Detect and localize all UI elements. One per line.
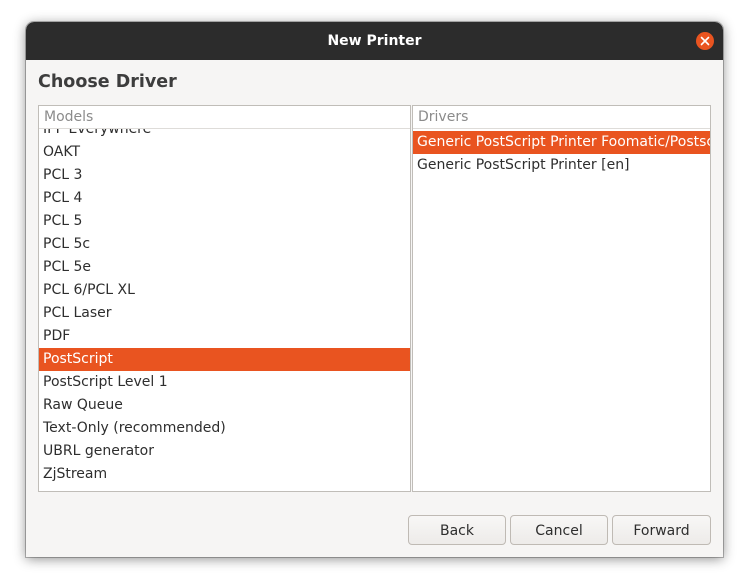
model-list-item[interactable]: PCL 5e (39, 256, 410, 279)
new-printer-dialog: New Printer Choose Driver Models IPP Eve… (26, 22, 723, 557)
model-list-item[interactable]: Raw Queue (39, 394, 410, 417)
close-button[interactable] (696, 32, 714, 50)
model-list-item[interactable]: PCL Laser (39, 302, 410, 325)
drivers-column-header[interactable]: Drivers (413, 106, 710, 129)
model-list-item[interactable]: ZjStream (39, 463, 410, 486)
model-list-item[interactable]: PostScript (39, 348, 410, 371)
back-button[interactable]: Back (408, 515, 506, 545)
page-title: Choose Driver (38, 72, 177, 92)
models-column-header[interactable]: Models (39, 106, 410, 129)
forward-button[interactable]: Forward (612, 515, 711, 545)
models-list[interactable]: Models IPP Everywhere OAKT PCL 3 PCL 4 PCL 5… (38, 105, 411, 492)
cancel-button[interactable]: Cancel (510, 515, 608, 545)
model-list-item[interactable]: PCL 5c (39, 233, 410, 256)
window-title: New Printer (327, 33, 422, 49)
model-list-item[interactable]: PCL 3 (39, 164, 410, 187)
driver-list-item[interactable]: Generic PostScript Printer [en] (413, 154, 710, 177)
cancel-button-label: Cancel (535, 523, 583, 539)
models-list-body[interactable]: IPP Everywhere OAKT PCL 3 PCL 4 PCL 5 PCL 5c P… (39, 129, 410, 491)
model-list-item[interactable]: PostScript Level 1 (39, 371, 410, 394)
drivers-list[interactable]: Drivers Generic PostScript Printer Fooma… (412, 105, 711, 492)
drivers-list-body[interactable]: Generic PostScript Printer Foomatic/Post… (413, 129, 710, 491)
model-list-item[interactable]: UBRL generator (39, 440, 410, 463)
model-list-item[interactable]: PCL 4 (39, 187, 410, 210)
driver-list-item[interactable]: Generic PostScript Printer Foomatic/Post… (413, 131, 710, 154)
forward-button-label: Forward (633, 523, 690, 539)
model-list-item[interactable]: IPP Everywhere (39, 129, 410, 141)
model-list-item[interactable]: PCL 5 (39, 210, 410, 233)
back-button-label: Back (440, 523, 474, 539)
model-list-item[interactable]: Text-Only (recommended) (39, 417, 410, 440)
title-bar: New Printer (26, 22, 723, 60)
model-list-item[interactable]: OAKT (39, 141, 410, 164)
close-icon (700, 36, 710, 46)
model-list-item[interactable]: PDF (39, 325, 410, 348)
model-list-item[interactable]: PCL 6/PCL XL (39, 279, 410, 302)
